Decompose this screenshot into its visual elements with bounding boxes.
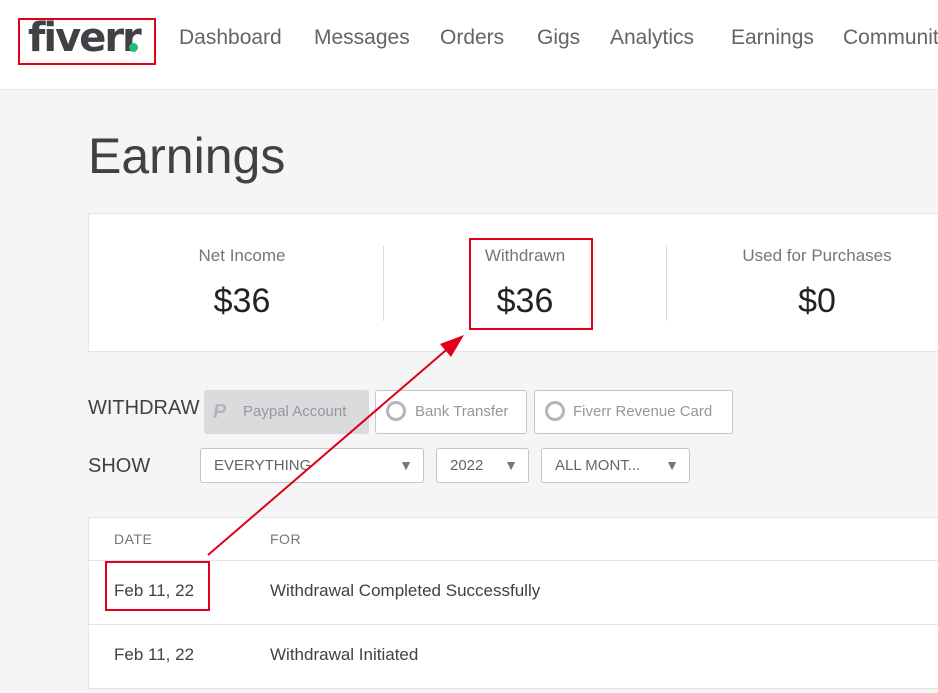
arrow-line (207, 344, 453, 556)
arrow-head-icon (440, 335, 464, 357)
annotation-arrow (207, 335, 464, 556)
